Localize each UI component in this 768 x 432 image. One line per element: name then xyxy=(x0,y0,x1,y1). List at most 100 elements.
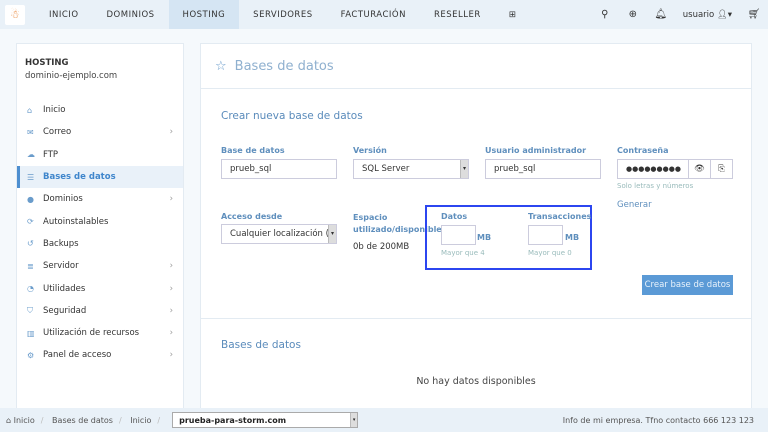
dropdown-icon: ▾ xyxy=(460,160,468,178)
space-value: 0b de 200MB xyxy=(353,242,410,252)
sidebar-item-label: Bases de datos xyxy=(43,172,116,183)
password-label: Contraseña xyxy=(617,146,669,155)
dropdown-icon: ▾ xyxy=(350,413,358,427)
sidebar-item-dominios[interactable]: ● Dominios › xyxy=(17,188,183,210)
trans-hint: Mayor que 0 xyxy=(528,249,572,257)
password-input[interactable]: ●●●●●●●●● xyxy=(617,159,689,179)
generate-link[interactable]: Generar xyxy=(617,200,652,210)
page-title: Bases de datos xyxy=(234,58,334,74)
cart-icon[interactable]: 🛒︎ xyxy=(740,9,768,20)
divider xyxy=(201,318,751,319)
breadcrumb-item[interactable]: Bases de datos xyxy=(52,416,113,425)
chevron-right-icon: › xyxy=(169,305,173,316)
sidebar-item-panel-de-acceso[interactable]: ⚙ Panel de acceso › xyxy=(17,344,183,366)
nav-reseller[interactable]: RESELLER xyxy=(420,0,495,29)
sidebar-item-servidor[interactable]: ≣ Servidor › xyxy=(17,255,183,277)
sidebar-item-seguridad[interactable]: ⛉ Seguridad › xyxy=(17,300,183,322)
refresh-icon: ⟳ xyxy=(27,217,34,227)
db-label: Base de datos xyxy=(221,146,285,155)
nav-facturacion[interactable]: FACTURACIÓN xyxy=(327,0,420,29)
sidebar-item-utilidades[interactable]: ◔ Utilidades › xyxy=(17,277,183,299)
nav-inicio[interactable]: INICIO xyxy=(35,0,93,29)
sidebar-item-utilización-de-recursos[interactable]: ▥ Utilización de recursos › xyxy=(17,322,183,344)
breadcrumb-item[interactable]: Inicio xyxy=(14,416,35,425)
shield-icon: ⛉ xyxy=(27,305,33,315)
footer: ⌂ Inicio / Bases de datos / Inicio / prueba… xyxy=(0,408,768,432)
search-icon[interactable]: ⚲ xyxy=(591,9,619,20)
sidebar-item-label: FTP xyxy=(43,149,59,160)
access-value: Cualquier localización (p xyxy=(230,229,335,239)
home-icon: ⌂ xyxy=(6,415,12,425)
main-panel: ☆ Bases de datos Crear nueva base de dato… xyxy=(200,43,752,413)
domain-value: prueba-para-storm.com xyxy=(179,415,287,425)
sidebar-domain: dominio-ejemplo.com xyxy=(25,71,118,81)
data-size-input[interactable] xyxy=(441,225,476,245)
sidebar: HOSTING dominio-ejemplo.com ⌂ Inicio ✉ Corr… xyxy=(16,43,184,413)
company-info: Info de mi empresa. Tfno contacto 666 12… xyxy=(562,415,754,425)
user-icon: 👤︎▾ xyxy=(716,9,732,20)
server-icon: ≣ xyxy=(27,261,34,271)
sidebar-item-label: Seguridad xyxy=(43,305,87,316)
support-icon[interactable]: ⊕ xyxy=(619,9,647,20)
nav-servidores[interactable]: SERVIDORES xyxy=(239,0,326,29)
logo[interactable]: ☃ xyxy=(5,4,25,25)
admin-user-input[interactable]: prueb_sql xyxy=(485,159,601,179)
sidebar-item-correo[interactable]: ✉ Correo › xyxy=(17,121,183,143)
breadcrumb: ⌂ Inicio / Bases de datos / Inicio / xyxy=(6,415,161,425)
sidebar-item-label: Panel de acceso xyxy=(43,350,112,361)
globe-icon: ● xyxy=(27,194,34,204)
plus-square-icon[interactable]: ⊞ xyxy=(495,0,531,29)
space-label: Espacio utilizado/disponible xyxy=(353,213,442,234)
envelope-icon: ✉ xyxy=(27,127,34,137)
nav-hosting[interactable]: HOSTING xyxy=(168,0,240,29)
trans-unit: MB xyxy=(565,233,580,242)
sidebar-item-backups[interactable]: ↺ Backups xyxy=(17,233,183,255)
domain-select[interactable]: prueba-para-storm.com ▾ xyxy=(172,412,359,428)
create-db-button[interactable]: Crear base de datos xyxy=(642,275,733,295)
nav-dominios[interactable]: DOMINIOS xyxy=(93,0,169,29)
home-icon: ⌂ xyxy=(27,105,33,115)
access-select[interactable]: Cualquier localización (p ▾ xyxy=(221,224,337,244)
dropdown-icon: ▾ xyxy=(328,225,336,243)
star-icon[interactable]: ☆ xyxy=(215,59,227,74)
list-title: Bases de datos xyxy=(221,339,301,351)
sidebar-item-label: Autoinstalables xyxy=(43,216,109,227)
dashboard-icon: ◔ xyxy=(27,284,34,294)
version-value: SQL Server xyxy=(362,164,410,174)
page-header: ☆ Bases de datos xyxy=(201,44,751,89)
bell-icon[interactable]: 🔔︎ xyxy=(647,9,675,20)
sidebar-item-bases-de-datos[interactable]: ☰ Bases de datos xyxy=(17,165,183,189)
create-title: Crear nueva base de datos xyxy=(221,110,363,122)
empty-message: No hay datos disponibles xyxy=(416,376,536,387)
chevron-right-icon: › xyxy=(169,261,173,272)
user-menu[interactable]: usuario 👤︎▾ xyxy=(683,10,732,20)
db-name-input[interactable]: prueb_sql xyxy=(221,159,337,179)
history-icon: ↺ xyxy=(27,239,34,249)
chevron-right-icon: › xyxy=(169,127,173,138)
chevron-right-icon: › xyxy=(169,283,173,294)
access-label: Acceso desde xyxy=(221,212,283,221)
database-icon: ☰ xyxy=(27,172,35,182)
admin-label: Usuario administrador xyxy=(485,146,587,155)
version-select[interactable]: SQL Server ▾ xyxy=(353,159,469,179)
sidebar-item-label: Servidor xyxy=(43,261,79,272)
chevron-right-icon: › xyxy=(169,328,173,339)
data-unit: MB xyxy=(477,233,492,242)
sidebar-item-label: Correo xyxy=(43,127,72,138)
top-nav: ☃ INICIO DOMINIOS HOSTING SERVIDORES FAC… xyxy=(0,0,768,29)
sidebar-item-ftp[interactable]: ☁ FTP xyxy=(17,144,183,166)
user-name: usuario xyxy=(682,9,715,20)
sidebar-item-label: Backups xyxy=(43,238,79,249)
sidebar-item-label: Utilización de recursos xyxy=(43,328,140,339)
breadcrumb-item[interactable]: Inicio xyxy=(130,416,151,425)
bar-chart-icon: ▥ xyxy=(27,328,35,338)
data-hint: Mayor que 4 xyxy=(441,249,485,257)
copy-icon[interactable]: ⎘ xyxy=(710,159,733,179)
version-label: Versión xyxy=(353,146,387,155)
eye-icon[interactable]: 👁︎ xyxy=(688,159,711,179)
cogs-icon: ⚙ xyxy=(27,350,35,360)
sidebar-item-autoinstalables[interactable]: ⟳ Autoinstalables xyxy=(17,210,183,232)
sidebar-section: HOSTING xyxy=(25,58,69,68)
sidebar-item-inicio[interactable]: ⌂ Inicio xyxy=(17,99,183,121)
trans-size-input[interactable] xyxy=(528,225,563,245)
